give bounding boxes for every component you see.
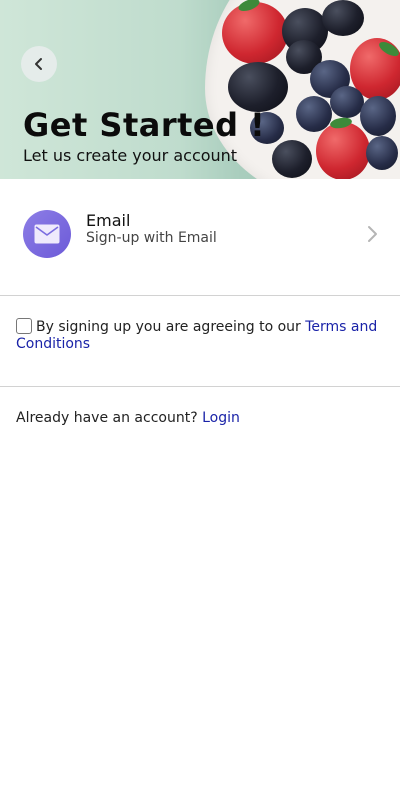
email-option-subtitle: Sign-up with Email [86, 230, 217, 246]
login-prompt: Already have an account? Login [16, 410, 240, 426]
page-title: Get Started ! [23, 106, 266, 144]
terms-agreement: By signing up you are agreeing to our Te… [16, 318, 386, 353]
divider [0, 386, 400, 387]
login-link[interactable]: Login [202, 410, 240, 426]
hero-banner: Get Started ! Let us create your account [0, 0, 400, 179]
email-option-title: Email [86, 211, 131, 230]
terms-checkbox[interactable] [16, 318, 32, 334]
chevron-left-icon [35, 58, 42, 70]
page-subtitle: Let us create your account [23, 146, 238, 165]
divider [0, 295, 400, 296]
email-avatar [23, 210, 71, 258]
login-prompt-text: Already have an account? [16, 410, 203, 426]
email-signup-option[interactable]: Email Sign-up with Email [0, 200, 400, 266]
terms-text: By signing up you are agreeing to our [36, 319, 306, 335]
chevron-right-icon [368, 226, 377, 242]
back-button[interactable] [21, 46, 57, 82]
envelope-icon [34, 224, 60, 244]
